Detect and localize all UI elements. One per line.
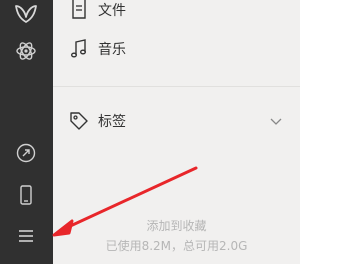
divider <box>53 86 300 87</box>
tag-icon <box>68 110 90 132</box>
document-icon <box>68 0 90 21</box>
navigation-panel: 文件 音乐 标签 添加到收藏 已使用8.2M，总可用2.0G <box>53 0 300 264</box>
chevron-down-icon[interactable] <box>268 113 284 129</box>
left-sidebar <box>0 0 53 264</box>
add-to-favorites-link[interactable]: 添加到收藏 <box>53 217 300 234</box>
nav-item-tags[interactable]: 标签 <box>53 104 300 138</box>
phone-icon[interactable] <box>12 181 40 209</box>
nav-item-label: 标签 <box>98 114 126 130</box>
music-note-icon <box>68 38 90 60</box>
nav-item-label: 文件 <box>98 3 126 19</box>
nav-item-music[interactable]: 音乐 <box>53 32 300 66</box>
content-area <box>300 0 340 264</box>
nav-item-files[interactable]: 文件 <box>53 0 300 27</box>
nav-item-label: 音乐 <box>98 42 126 58</box>
storage-usage-text: 已使用8.2M，总可用2.0G <box>105 239 248 253</box>
butterfly-logo-icon[interactable] <box>12 0 40 28</box>
menu-icon[interactable] <box>12 222 40 250</box>
link-circle-icon[interactable] <box>12 139 40 167</box>
atom-icon[interactable] <box>12 37 40 65</box>
